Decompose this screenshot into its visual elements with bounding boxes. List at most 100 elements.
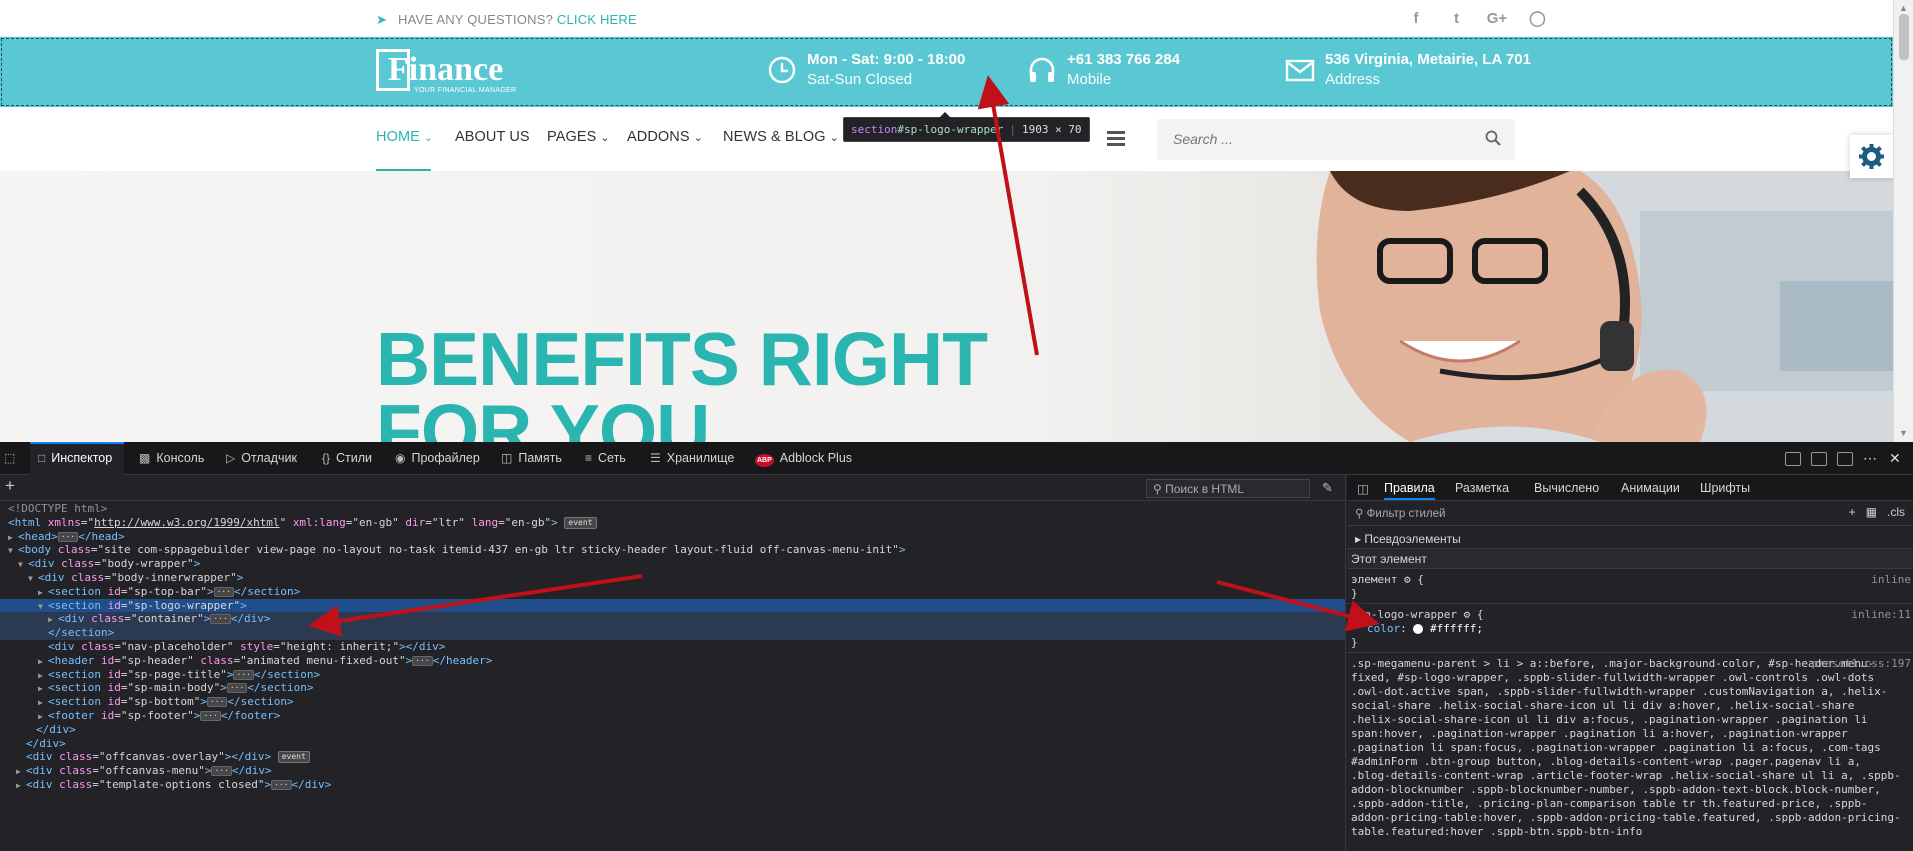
nav-addons[interactable]: ADDONS ⌄ — [627, 129, 703, 145]
facebook-icon[interactable]: f — [1404, 10, 1428, 27]
ellipsis-badge[interactable]: ··· — [226, 683, 248, 694]
cls-toggle[interactable]: .cls — [1887, 505, 1905, 519]
gear-icon[interactable]: ⚙ — [1404, 573, 1411, 586]
tab-styles[interactable]: {} Стили — [322, 442, 372, 475]
color-swatch[interactable] — [1413, 624, 1424, 634]
dom-page-title[interactable]: ▶ <section id="sp-page-title"> ··· </sectio… — [0, 668, 1345, 682]
html-ns-link[interactable]: http://www.w3.org/1999/xhtml — [94, 516, 279, 529]
tab-profiler[interactable]: ◉ Профайлер — [395, 442, 480, 475]
ellipsis-badge[interactable]: ··· — [271, 779, 292, 790]
nav-news-blog[interactable]: NEWS & BLOG ⌄ — [723, 129, 839, 145]
click-here-link[interactable]: CLICK HERE — [557, 12, 637, 27]
element-rule-close: } — [1347, 587, 1913, 604]
google-plus-icon[interactable]: G+ — [1485, 10, 1509, 27]
tab-storage[interactable]: ☰ Хранилище — [650, 442, 734, 475]
add-node-icon[interactable]: + — [5, 476, 15, 496]
dom-nav-placeholder[interactable]: <div class="nav-placeholder" style="heig… — [0, 639, 1345, 654]
eyedropper-icon[interactable]: ✎ — [1322, 480, 1333, 496]
nav-home[interactable]: HOME ⌄ — [376, 129, 433, 145]
dom-offcanvas-overlay[interactable]: <div class="offcanvas-overlay"></div> ev… — [0, 750, 1345, 764]
nav-pages-label: PAGES — [547, 129, 597, 145]
dom-main-body[interactable]: ▶ <section id="sp-main-body"> ··· </section… — [0, 681, 1345, 695]
event-badge[interactable]: event — [564, 516, 597, 529]
menu-hamburger-icon[interactable] — [1107, 131, 1125, 149]
top-bar: ➤ HAVE ANY QUESTIONS? CLICK HERE f t G+ ◯ — [0, 0, 1893, 37]
scroll-up-icon[interactable]: ▲ — [1899, 3, 1908, 13]
ellipsis-badge[interactable]: ··· — [200, 710, 221, 721]
lang-val: en-gb — [511, 515, 545, 529]
ellipsis-badge[interactable]: ··· — [57, 531, 79, 542]
overlay-val: offcanvas-overlay — [105, 750, 219, 764]
ellipsis-badge[interactable]: ··· — [206, 697, 228, 708]
styles-filter-input[interactable]: ⚲ Фильтр стилей — [1355, 506, 1710, 520]
dom-body-innerwrapper[interactable]: ▼ <div class="body-innerwrapper"> — [0, 571, 1345, 585]
inline11-source[interactable]: inline:11 — [1851, 608, 1911, 622]
twitter-icon[interactable]: t — [1444, 10, 1468, 27]
ellipsis-badge[interactable]: ··· — [210, 614, 231, 625]
dom-logo-wrapper-selected[interactable]: ▼ <section id="sp-logo-wrapper"> — [0, 598, 1345, 613]
more-icon[interactable]: ⋯ — [1863, 451, 1879, 466]
container-val: container — [137, 612, 198, 626]
dom-body-wrapper[interactable]: ▼ <div class="body-wrapper"> — [0, 557, 1345, 571]
dom-html[interactable]: <html xmlns="http://www.w3.org/1999/xhtm… — [0, 515, 1345, 530]
sidebar-toggle-icon[interactable]: ◫ — [1357, 481, 1369, 496]
instagram-icon[interactable]: ◯ — [1525, 9, 1549, 27]
dom-head[interactable]: ▶ <head> ··· </head> — [0, 530, 1345, 544]
element-picker-icon[interactable]: ⬚ — [4, 442, 21, 475]
ellipsis-badge[interactable]: ··· — [211, 766, 232, 777]
scroll-down-icon[interactable]: ▼ — [1899, 428, 1908, 438]
tab-memory[interactable]: ◫ Память — [501, 442, 562, 475]
ellipsis-badge[interactable]: ··· — [233, 669, 254, 680]
template-options-gear[interactable] — [1850, 135, 1893, 178]
scroll-thumb[interactable] — [1899, 14, 1909, 60]
add-rule-icon[interactable]: + — [1849, 505, 1856, 519]
html-search-input[interactable]: ⚲ Поиск в HTML — [1146, 479, 1310, 498]
dom-div-close[interactable]: </div> — [0, 737, 1345, 751]
tab-rules[interactable]: Правила — [1384, 481, 1435, 500]
dock-icon[interactable] — [1837, 451, 1853, 466]
dom-template-options[interactable]: ▶ <div class="template-options closed"> ··… — [0, 778, 1345, 792]
tab-debugger[interactable]: ▷ Отладчик — [226, 442, 297, 475]
preset-rule[interactable]: preset1.css:197 .sp-megamenu-parent > li… — [1347, 657, 1913, 839]
tab-fonts[interactable]: Шрифты — [1700, 481, 1750, 495]
page-scrollbar[interactable]: ▲ ▼ — [1893, 0, 1913, 442]
dom-top-bar[interactable]: ▶ <section id="sp-top-bar"> ··· </section> — [0, 585, 1345, 599]
tab-computed[interactable]: Вычислено — [1534, 481, 1599, 495]
preset-source[interactable]: preset1.css:197 — [1812, 657, 1911, 671]
inline-source[interactable]: inline — [1871, 573, 1911, 587]
ellipsis-badge[interactable]: ··· — [213, 586, 235, 597]
search-input[interactable] — [1173, 129, 1473, 149]
ellipsis-badge[interactable]: ··· — [412, 655, 433, 666]
tab-network[interactable]: ≡ Сеть — [585, 442, 626, 475]
nav-pages[interactable]: PAGES ⌄ — [547, 129, 610, 145]
nav-about-us[interactable]: ABOUT US — [455, 129, 530, 145]
dom-footer[interactable]: ▶ <footer id="sp-footer"> ··· </footer> — [0, 709, 1345, 723]
nav-placeholder-val: nav-placeholder — [127, 639, 227, 653]
html-search-placeholder: Поиск в HTML — [1165, 482, 1245, 496]
tab-layout[interactable]: Разметка — [1455, 481, 1509, 495]
dom-section-close[interactable]: </section> — [0, 626, 1345, 640]
tab-inspector[interactable]: □ Инспектор — [30, 442, 125, 475]
dom-container[interactable]: ▶ <div class="container"> ··· </div> — [0, 612, 1345, 627]
tab-animations[interactable]: Анимации — [1621, 481, 1680, 495]
dom-div-close[interactable]: </div> — [0, 723, 1345, 737]
close-icon[interactable]: ✕ — [1889, 451, 1905, 466]
logo-wrapper: Finance YOUR FINANCIAL MANAGER Mon - Sat… — [0, 37, 1893, 107]
responsive-icon[interactable] — [1785, 451, 1801, 466]
gear-icon[interactable]: ⚙ — [1464, 608, 1471, 621]
dom-offcanvas-menu[interactable]: ▶ <div class="offcanvas-menu"> ··· </div> — [0, 764, 1345, 778]
element-rule[interactable]: элемент ⚙ {inline — [1347, 573, 1913, 587]
dom-doctype[interactable]: <!DOCTYPE html> — [0, 502, 1345, 516]
tab-adblock-plus[interactable]: ABP Adblock Plus — [755, 442, 852, 475]
logo-wrapper-rule[interactable]: #sp-logo-wrapper ⚙ {inline:11 — [1347, 608, 1913, 622]
search-icon[interactable] — [1485, 130, 1501, 146]
event-badge[interactable]: event — [277, 751, 310, 764]
pseudo-class-toggle-icon[interactable]: ▦ — [1866, 505, 1877, 519]
dom-body[interactable]: ▼ <body class="site com-sppagebuilder vie… — [0, 543, 1345, 557]
pseudo-elements-row[interactable]: ▸ Псевдоэлементы — [1347, 529, 1913, 549]
tab-console[interactable]: ▩ Консоль — [139, 442, 204, 475]
screenshot-icon[interactable] — [1811, 451, 1827, 466]
color-declaration[interactable]: color: #ffffff; — [1347, 622, 1913, 636]
dom-header[interactable]: ▶ <header id="sp-header" class="animated … — [0, 654, 1345, 668]
dom-bottom[interactable]: ▶ <section id="sp-bottom"> ··· </section> — [0, 695, 1345, 709]
